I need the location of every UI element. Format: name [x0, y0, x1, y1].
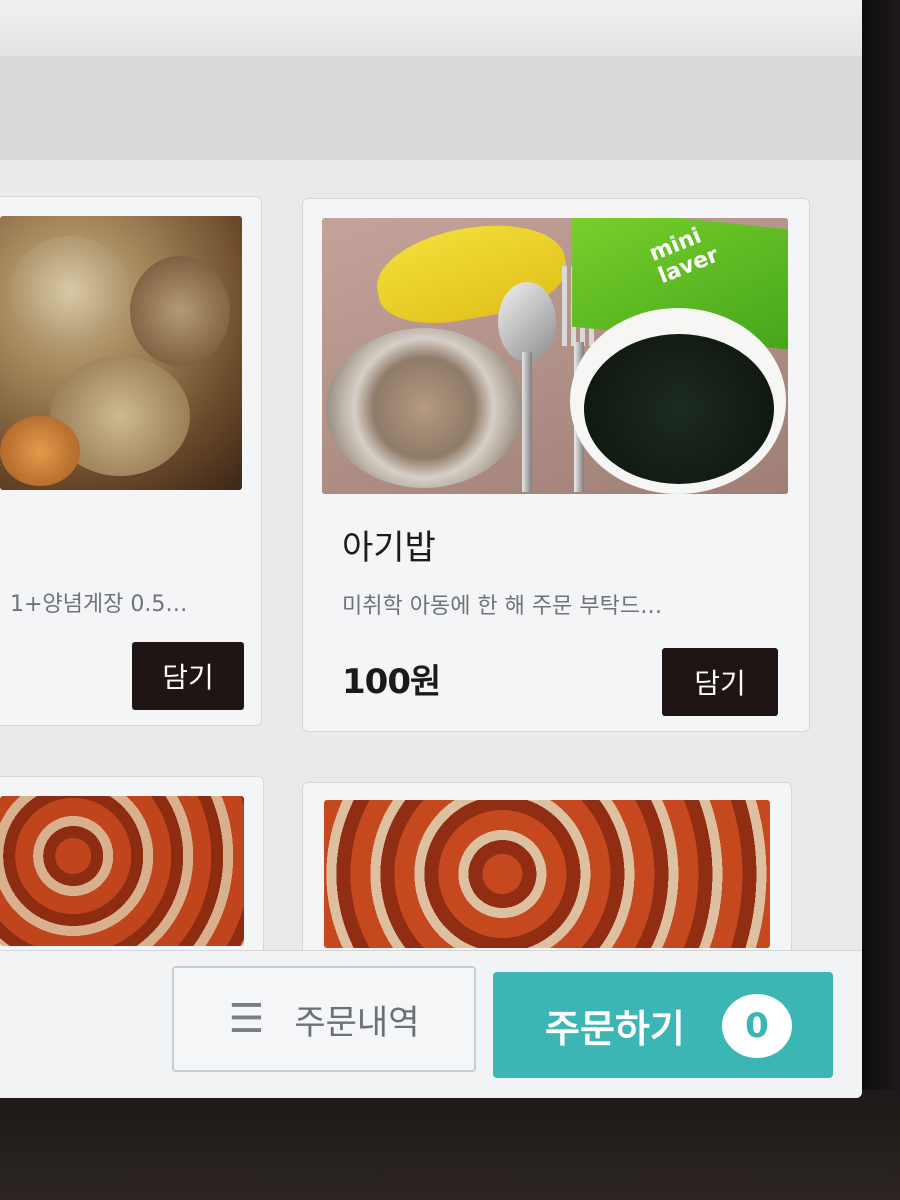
plate-graphic [326, 328, 522, 488]
add-to-cart-button[interactable]: 담기 [662, 648, 778, 716]
place-order-label: 주문하기 [545, 1006, 685, 1051]
order-history-button[interactable]: ☰ 주문내역 [172, 966, 476, 1072]
menu-item-description: 미취학 아동에 한 해 주문 부탁드… [342, 594, 663, 619]
menu-item-photo [0, 216, 242, 490]
device-bezel-bottom [0, 1090, 900, 1200]
menu-item-photo-baby-meal: mini laver [322, 218, 788, 494]
header-band [0, 56, 862, 160]
menu-item-description: 1+양념게장 0.5… [10, 592, 188, 617]
top-strip [0, 0, 862, 56]
kiosk-screen: 1+양념게장 0.5… 담기 mini laver 아기밥 미취학 아동에 한 … [0, 0, 862, 1098]
cart-count-badge: 0 [722, 994, 792, 1058]
menu-item-price: 100원 [342, 662, 441, 702]
menu-lines-icon: ☰ [228, 996, 265, 1042]
device-bezel-right [860, 0, 900, 1200]
menu-item-photo [0, 796, 244, 946]
seaweed-graphic [584, 334, 774, 484]
order-history-label: 주문내역 [294, 1002, 420, 1043]
menu-item-photo [324, 800, 770, 948]
spoon-graphic [498, 282, 556, 492]
add-to-cart-button[interactable]: 담기 [132, 642, 244, 710]
menu-item-title: 아기밥 [342, 528, 436, 568]
